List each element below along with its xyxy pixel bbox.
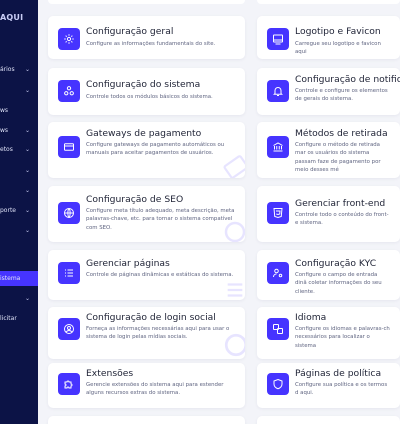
modules-icon [58, 80, 80, 102]
card-configuracao-seo[interactable]: Configuração de SEO Configure meta títul… [48, 186, 245, 242]
card-next[interactable] [257, 416, 400, 424]
card-title: Gateways de pagamento [86, 128, 202, 139]
card-configuracao-geral[interactable]: Configuração geral Configure as informaç… [48, 16, 245, 59]
card-title: Configuração do sistema [86, 79, 201, 90]
sidebar-item-solicitar[interactable]: licitar [0, 312, 38, 326]
card-title: Páginas de política [295, 368, 382, 379]
chevron-down-icon: ⌄ [25, 127, 31, 134]
bell-icon [267, 80, 289, 102]
card-title: Logotipo e Favicon [295, 26, 381, 37]
card-description: Forneça as informações necessárias aqui … [86, 326, 230, 341]
language-icon [267, 318, 289, 340]
sidebar-item-label: ws [0, 107, 9, 114]
card-description: Configure o método de retirada mar os us… [295, 142, 381, 174]
card-description: Configure as informações fundamentais do… [86, 41, 216, 47]
chevron-down-icon: ⌄ [25, 66, 31, 73]
sidebar-item-label: licitar [0, 315, 17, 322]
bank-icon [267, 136, 289, 158]
chevron-down-icon: ⌄ [25, 227, 31, 234]
card-gerenciar-paginas[interactable]: Gerenciar páginas Controle de páginas di… [48, 250, 245, 300]
chevron-down-icon: ⌄ [25, 167, 31, 174]
card-title: Gerenciar páginas [86, 258, 170, 269]
card-configuracao-notificacao[interactable]: Configuração de notific Controle e confi… [257, 68, 400, 115]
sidebar-item-usuarios[interactable]: ários ⌄ [0, 63, 38, 77]
sidebar-item-group-2[interactable]: ⌄ [0, 84, 38, 98]
card-gateways-pagamento[interactable]: Gateways de pagamento Configure gateways… [48, 122, 245, 178]
card-idioma[interactable]: Idioma Configure os idiomas e palavras-c… [257, 307, 400, 359]
sidebar-item-group-7[interactable]: ⌄ [0, 184, 38, 198]
credit-card-icon [58, 136, 80, 158]
sidebar-item-label: istema [0, 275, 21, 282]
card-description: Gerencie extensões do sistema aqui para … [86, 382, 224, 397]
sidebar-item-group-11[interactable]: ⌄ [0, 292, 38, 306]
card-login-social[interactable]: Configuração de login social Forneça as … [48, 307, 245, 359]
html5-icon [267, 202, 289, 224]
card-title: Extensões [86, 368, 134, 379]
card-description: Controle todos os módulos básicos do sis… [86, 94, 213, 100]
sidebar-item-reviews[interactable]: ws [0, 104, 38, 118]
list-icon [227, 283, 243, 297]
sidebar-item-group-9[interactable]: ⌄ [0, 224, 38, 238]
card-description: Carregue seu logotipo e favicon aqui [295, 41, 381, 56]
image-icon [267, 28, 289, 50]
sidebar-item-group-6[interactable]: ⌄ [0, 164, 38, 178]
card-description: Configure gateways de pagamento automáti… [86, 142, 225, 157]
sidebar-item-label: ários [0, 66, 15, 73]
card-configuracao-kyc[interactable]: Configuração KYC Configure o campo de en… [257, 250, 400, 300]
card-gerenciar-frontend[interactable]: Gerenciar front-end Controle todo o cont… [257, 186, 400, 242]
chevron-down-icon: ⌄ [25, 87, 31, 94]
card-extensoes[interactable]: Extensões Gerencie extensões do sistema … [48, 363, 245, 408]
sidebar-item-label: porte [0, 207, 16, 214]
card-title: Configuração de notific [295, 74, 400, 85]
puzzle-icon [58, 373, 80, 395]
card-configuracao-sistema[interactable]: Configuração do sistema Controle todos o… [48, 68, 245, 115]
chevron-down-icon: ⌄ [25, 146, 31, 153]
card-title: Configuração KYC [295, 258, 377, 269]
card-description: Configure o campo de entrada dinâ coleta… [295, 272, 382, 295]
sidebar-item-projetos[interactable]: etos ⌄ [0, 143, 38, 157]
user-circle-icon [58, 318, 80, 340]
card-logotipo-favicon[interactable]: Logotipo e Favicon Carregue seu logotipo… [257, 16, 400, 59]
card-description: Controle e configure os elementos de ger… [295, 88, 388, 103]
shield-icon [267, 373, 289, 395]
chevron-down-icon: ⌄ [25, 295, 31, 302]
sidebar: AQUI ários ⌄ ⌄ ws ws ⌄ etos ⌄ ⌄ ⌄ porte … [0, 0, 38, 424]
globe-icon [58, 202, 80, 224]
card-title: Idioma [295, 312, 327, 323]
sidebar-item-label: ws [0, 127, 9, 134]
card-description: Controle todo o conteúdo do front-e sist… [295, 212, 389, 227]
list-icon [58, 262, 80, 284]
chevron-down-icon: ⌄ [25, 207, 31, 214]
card-paginas-politica[interactable]: Páginas de política Configure sua políti… [257, 363, 400, 408]
card-description: Configure os idiomas e palavras-ch neces… [295, 326, 390, 349]
sidebar-item-suporte[interactable]: porte ⌄ [0, 204, 38, 218]
card-strip [48, 0, 245, 4]
card-title: Configuração geral [86, 26, 174, 37]
card-description: Controle de páginas dinâmicas e estática… [86, 272, 234, 278]
card-title: Configuração de SEO [86, 194, 184, 205]
sidebar-item-views[interactable]: ws ⌄ [0, 124, 38, 138]
globe-icon [224, 221, 245, 242]
card-title: Configuração de login social [86, 312, 216, 323]
user-gear-icon [267, 262, 289, 284]
card-next[interactable] [48, 416, 245, 424]
user-circle-icon [224, 333, 245, 357]
card-metodos-retirada[interactable]: Métodos de retirada Configure o método d… [257, 122, 400, 178]
card-title: Gerenciar front-end [295, 198, 386, 209]
sidebar-item-label: etos [0, 146, 13, 153]
card-description: Configure meta título adequado, meta des… [86, 208, 235, 231]
sidebar-item-sistema[interactable]: istema [0, 271, 38, 286]
card-title: Métodos de retirada [295, 128, 388, 139]
gear-icon [58, 28, 80, 50]
sidebar-logo[interactable]: AQUI [0, 13, 23, 22]
card-description: Configure sua política e os termos d aqu… [295, 382, 388, 397]
chevron-down-icon: ⌄ [25, 187, 31, 194]
card-strip [257, 0, 400, 4]
credit-card-icon [223, 155, 245, 178]
